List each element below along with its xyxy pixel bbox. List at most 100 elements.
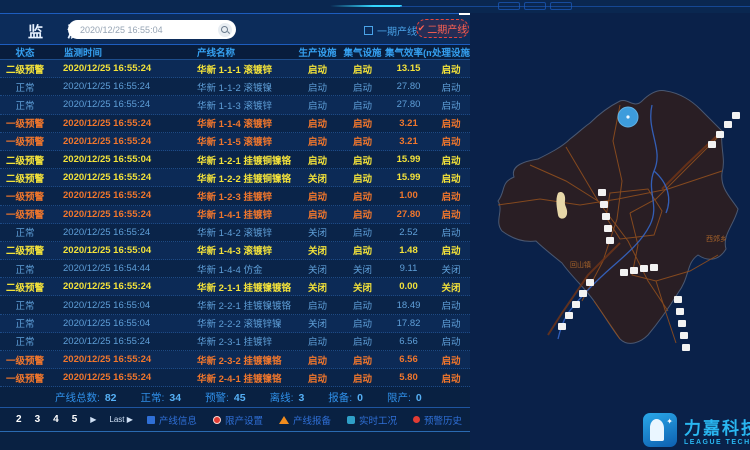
table-cell: 启动 [295,353,340,367]
table-row[interactable]: 正常2020/12/25 16:55:04华新 2-2-2 滚镀锌镍关闭启动17… [0,315,470,333]
table-cell: 二级预警 [0,62,50,76]
table-cell: 关闭 [295,171,340,185]
table-cell: 华新 2-3-2 挂镀镍铬 [190,353,295,367]
table-cell: 启动 [432,62,470,76]
table-cell: 关闭 [295,280,340,294]
table-cell: 正常 [0,298,50,312]
table-cell: 启动 [295,80,340,94]
district-map: 回山镇 西郊乡 [470,13,750,450]
table-cell: 启动 [340,371,385,385]
summary-value: 82 [105,392,117,404]
table-cell: 启动 [432,353,470,367]
table-row[interactable]: 二级预警2020/12/25 16:55:24华新 1-2-2 挂镀铜镍铬（环形… [0,169,470,187]
table-cell: 二级预警 [0,171,50,185]
table-cell: 华新 2-3-1 挂镀锌 [190,334,295,348]
table-cell: 2020/12/25 16:55:24 [50,63,190,74]
search-icon[interactable] [218,23,232,37]
table-cell: 2020/12/25 16:55:24 [50,81,190,92]
pagination: 2 3 4 5 ▶ Last ▶ [16,414,133,425]
table-cell: 启动 [295,371,340,385]
table-row[interactable]: 一级预警2020/12/25 16:55:24华新 1-4-1 挂镀锌启动启动2… [0,206,470,224]
table-cell: 2020/12/25 16:55:24 [50,118,190,129]
table-cell: 启动 [432,153,470,167]
table-row[interactable]: 正常2020/12/25 16:55:24华新 2-3-1 挂镀锌启动启动6.5… [0,333,470,351]
table-cell: 二级预警 [0,153,50,167]
page-button[interactable]: 4 [53,414,59,425]
summary-label: 正常: [141,392,168,404]
table-cell: 启动 [432,243,470,257]
summary-value: 0 [357,392,363,404]
legend-item[interactable]: 产线信息 [147,413,197,427]
search-box [68,20,236,39]
legend-item[interactable]: 产线报备 [279,413,331,427]
table-cell: 启动 [432,80,470,94]
logo-head-icon: ✦ [643,413,677,447]
table-cell: 启动 [340,316,385,330]
table-cell: 启动 [432,207,470,221]
table-cell: 启动 [340,98,385,112]
table-cell: 华新 1-1-4 滚镀锌 [190,116,295,130]
phase1-checkbox[interactable]: 一期产线 [364,23,417,38]
table-cell: 启动 [340,353,385,367]
table-cell: 正常 [0,316,50,330]
table-cell: 0.00 [385,281,432,292]
table-row[interactable]: 正常2020/12/25 16:55:24华新 1-1-3 滚镀锌启动启动27.… [0,96,470,114]
page-button[interactable]: 2 [16,414,22,425]
summary-value: 0 [416,392,422,404]
table-cell: 启动 [340,116,385,130]
table-cell: 一级预警 [0,134,50,148]
table-cell: 18.49 [385,300,432,311]
table-cell: 2020/12/25 16:55:24 [50,354,190,365]
page-button[interactable]: 5 [72,414,78,425]
table-cell: 15.99 [385,172,432,183]
table-header: 状态监测时间产线名称生产设施集气设施集气效率(m³/s)处理设施 [0,45,470,60]
table-cell: 启动 [340,207,385,221]
legend-item[interactable]: 限产设置 [213,413,263,427]
last-page-button[interactable]: Last ▶ [109,415,133,424]
logo-en-text: LEAGUE TECH [684,439,750,446]
phase1-label: 一期产线 [377,23,417,38]
check-icon: ✔ [418,23,426,34]
summary-stat: 离线: 3 [270,390,305,405]
table-cell: 2020/12/25 16:55:24 [50,99,190,110]
table-cell: 2020/12/25 16:55:24 [50,172,190,183]
table-cell: 关闭 [295,225,340,239]
table-cell: 启动 [432,316,470,330]
table-cell: 启动 [432,298,470,312]
table-row[interactable]: 二级预警2020/12/25 16:55:04华新 1-4-3 滚镀锌关闭启动1… [0,242,470,260]
map-marker[interactable] [618,107,638,127]
table-cell: 华新 2-2-1 挂镀镍镀铬 [190,298,295,312]
table-row[interactable]: 二级预警2020/12/25 16:55:24华新 1-1-1 滚镀锌启动启动1… [0,60,470,78]
table-cell: 2020/12/25 16:55:24 [50,190,190,201]
column-header: 集气效率(m³/s) [385,45,432,59]
table-cell: 华新 1-2-2 挂镀铜镍铬（环形线） [190,171,295,185]
checkbox-icon[interactable] [364,26,373,35]
table-row[interactable]: 二级预警2020/12/25 16:55:24华新 2-1-1 挂镀镍镀铬关闭关… [0,278,470,296]
column-header: 处理设施 [432,45,470,59]
page-button[interactable]: 3 [35,414,41,425]
table-cell: 启动 [295,98,340,112]
table-row[interactable]: 一级预警2020/12/25 16:55:24华新 2-3-2 挂镀镍铬启动启动… [0,351,470,369]
table-row[interactable]: 二级预警2020/12/25 16:55:04华新 1-2-1 挂镀铜镍铬（龙门… [0,151,470,169]
table-cell: 2020/12/25 16:55:04 [50,245,190,256]
table-row[interactable]: 一级预警2020/12/25 16:55:24华新 1-1-4 滚镀锌启动启动3… [0,115,470,133]
table-row[interactable]: 正常2020/12/25 16:55:24华新 1-4-2 滚镀锌关闭启动2.5… [0,224,470,242]
table-cell: 3.21 [385,118,432,129]
table-row[interactable]: 一级预警2020/12/25 16:55:24华新 1-2-3 挂镀锌启动启动1… [0,187,470,205]
town-label: 回山镇 [570,260,591,269]
table-cell: 2020/12/25 16:54:44 [50,263,190,274]
legend-item[interactable]: 实时工况 [347,413,397,427]
table-cell: 华新 2-1-1 挂镀镍镀铬 [190,280,295,294]
spark-icon: ✦ [666,417,673,426]
table-row[interactable]: 正常2020/12/25 16:55:24华新 1-1-2 滚镀镍启动启动27.… [0,78,470,96]
table-cell: 2020/12/25 16:55:24 [50,209,190,220]
table-row[interactable]: 一级预警2020/12/25 16:55:24华新 1-1-5 滚镀锌启动启动3… [0,133,470,151]
next-page-icon[interactable]: ▶ [90,415,96,424]
legend-item[interactable]: 预警历史 [413,413,462,427]
table-cell: 2.52 [385,227,432,238]
table-row[interactable]: 正常2020/12/25 16:54:44华新 1-4-4 仿金关闭关闭9.11… [0,260,470,278]
table-row[interactable]: 正常2020/12/25 16:55:04华新 2-2-1 挂镀镍镀铬启动启动1… [0,296,470,314]
search-input[interactable] [80,25,218,35]
table-cell: 启动 [432,98,470,112]
table-row[interactable]: 一级预警2020/12/25 16:55:24华新 2-4-1 挂镀镍铬启动启动… [0,369,470,387]
